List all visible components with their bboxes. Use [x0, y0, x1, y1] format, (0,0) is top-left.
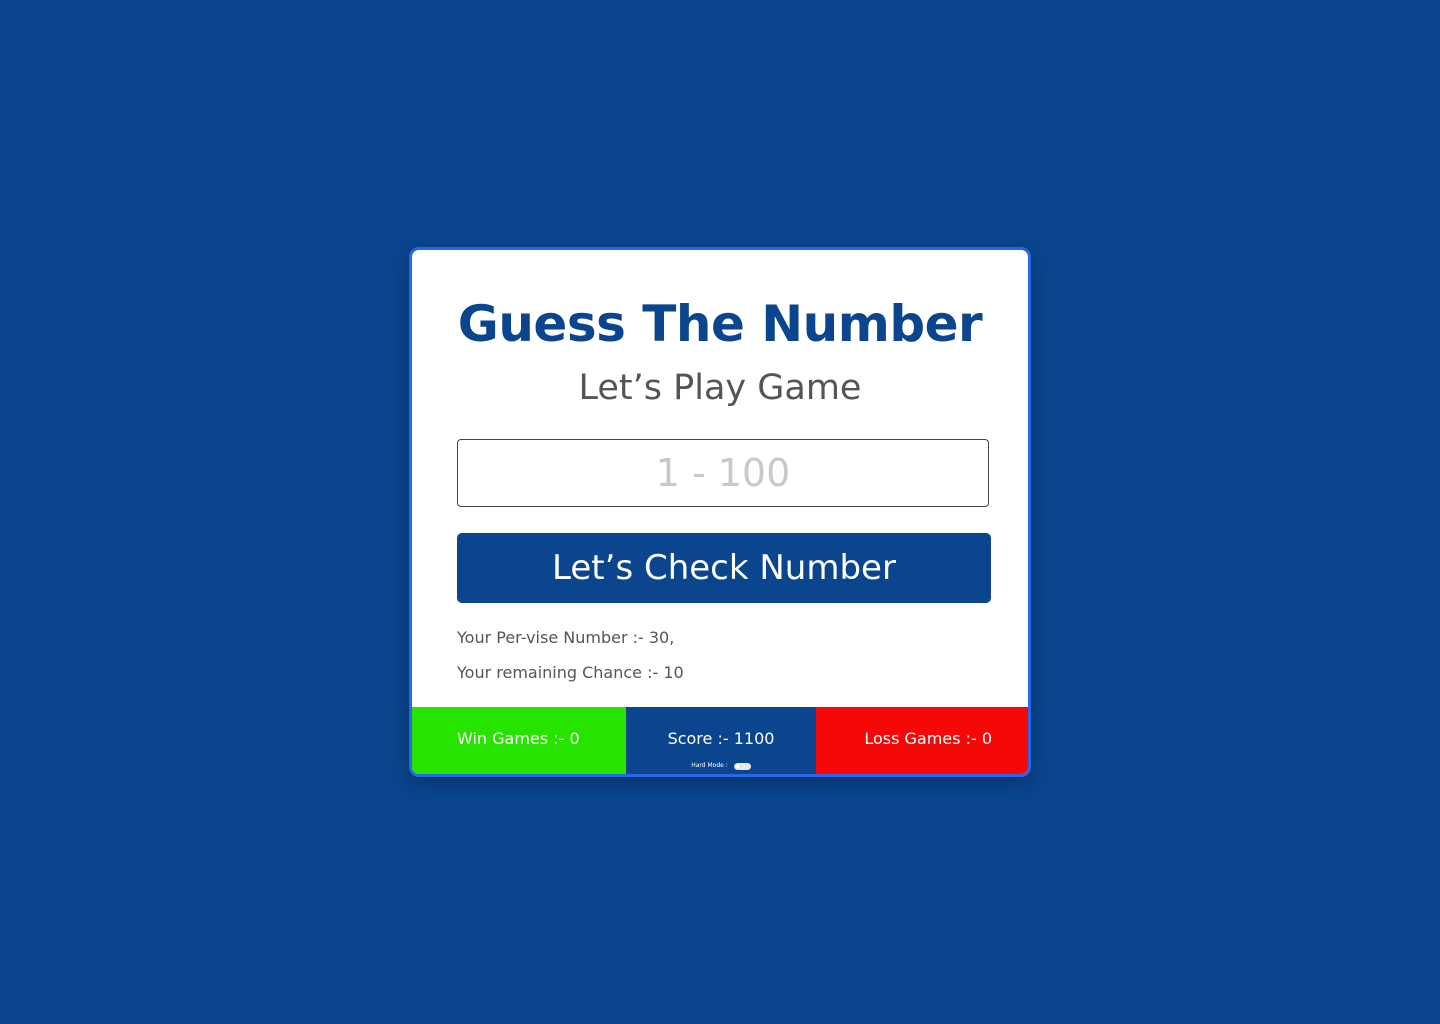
hard-mode-toggle[interactable]	[733, 762, 751, 770]
previous-numbers-text: Your Per-vise Number :- 30,	[457, 628, 675, 647]
toggle-knob	[734, 763, 740, 769]
game-title: Guess The Number	[457, 295, 983, 353]
hard-mode-label: Hard Mode :	[691, 762, 728, 769]
stats-bar: Win Games :- 0 Score :- 1100 Hard Mode :…	[412, 707, 1028, 774]
win-games-label: Win Games :- 0	[457, 729, 580, 748]
score-panel: Score :- 1100 Hard Mode :	[626, 707, 816, 774]
hard-mode-control: Hard Mode :	[626, 761, 816, 771]
loss-games-panel: Loss Games :- 0	[816, 707, 1028, 774]
check-number-button[interactable]: Let’s Check Number	[457, 533, 991, 603]
remaining-chance-text: Your remaining Chance :- 10	[457, 663, 684, 682]
score-label: Score :- 1100	[667, 729, 775, 748]
win-games-panel: Win Games :- 0	[412, 707, 626, 774]
loss-games-label: Loss Games :- 0	[864, 729, 992, 748]
guess-input[interactable]	[457, 439, 989, 507]
game-card: Guess The Number Let’s Play Game Let’s C…	[409, 247, 1031, 777]
game-subtitle: Let’s Play Game	[578, 368, 862, 408]
